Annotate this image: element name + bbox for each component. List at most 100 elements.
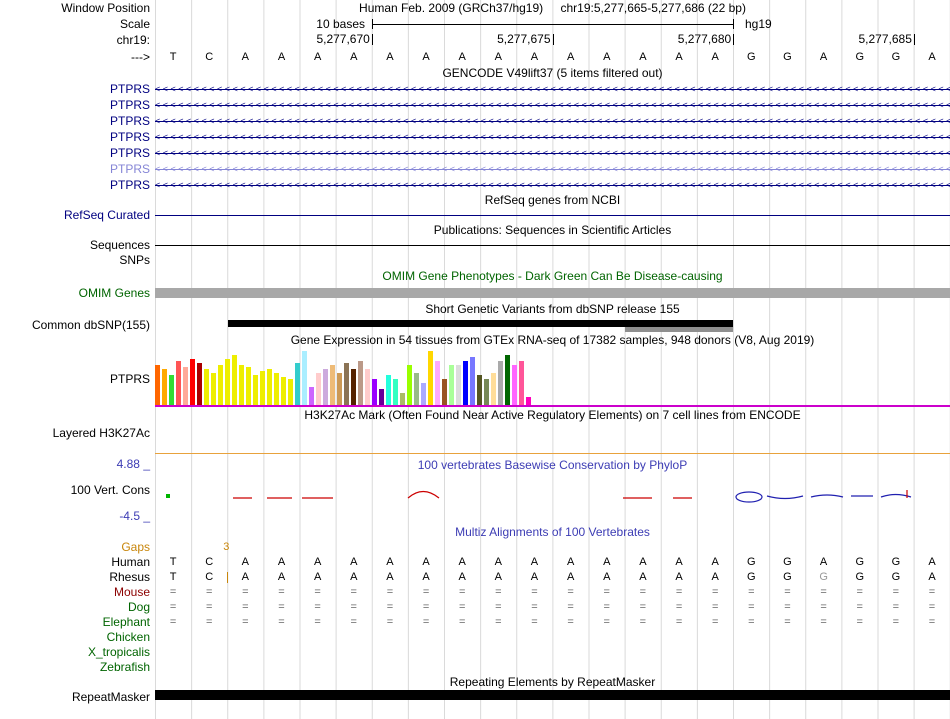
multiz-alignment-rows: Gaps 3 Human T C A A A A A A A A A A A A A A G G A G G A Rhesus T C… [0, 540, 950, 675]
gtex-expression-chart[interactable] [155, 348, 950, 407]
strand-arrows-left: < < < < < < < < < < < < < < < < < < < < … [155, 84, 950, 94]
multiz-species-label[interactable]: Rhesus [0, 570, 155, 585]
multiz-species-label[interactable]: Elephant [0, 615, 155, 630]
refseq-curated-track[interactable] [155, 208, 950, 223]
gtex-expression-bar [358, 361, 363, 405]
track-label-repeatmasker[interactable]: RepeatMasker [0, 690, 155, 704]
track-label-gtex-ptprs[interactable]: PTPRS [0, 348, 155, 407]
gencode-transcripts: PTPRS < < < < < < < < < < < < < < < < < <… [0, 81, 950, 193]
double-gap-symbol: = [711, 601, 719, 613]
gencode-transcript-row: PTPRS < < < < < < < < < < < < < < < < < <… [0, 81, 950, 97]
gtex-expression-bar [463, 361, 468, 405]
multiz-track[interactable]: = = = = = = = = = = = = = = = = = = = = = = [155, 585, 950, 600]
omim-genes-track[interactable] [155, 284, 950, 302]
track-label-ptprs[interactable]: PTPRS [0, 81, 155, 97]
track-label-ptprs[interactable]: PTPRS [0, 161, 155, 177]
gtex-expression-bar [330, 365, 335, 405]
publications-track-title[interactable]: Publications: Sequences in Scientific Ar… [155, 223, 950, 238]
coordinate-tick [371, 34, 373, 45]
multiz-species-label[interactable]: Zebrafish [0, 660, 155, 675]
gtex-expression-bar [197, 363, 202, 405]
double-gap-symbol: = [242, 586, 249, 598]
repeatmasker-track-title[interactable]: Repeating Elements by RepeatMasker [155, 675, 950, 690]
multiz-track[interactable]: = = = = = = = = = = = = = = = = = = = = = = [155, 615, 950, 630]
insert-marker [227, 572, 229, 583]
strand-direction-label[interactable]: ---> [0, 48, 155, 66]
multiz-track[interactable]: TCAAAAAAAAAAAAAAGGAGGA [155, 555, 950, 570]
h3k27ac-track[interactable] [155, 423, 950, 457]
multiz-species-label[interactable]: Mouse [0, 585, 155, 600]
track-label-omim-genes[interactable]: OMIM Genes [0, 284, 155, 302]
conservation-label-cell[interactable]: 4.88 _ 100 Vert. Cons -4.5 _ [0, 457, 155, 524]
conservation-track-title[interactable]: 100 vertebrates Basewise Conservation by… [155, 457, 950, 473]
multiz-track[interactable] [155, 645, 950, 660]
transcript-track[interactable]: < < < < < < < < < < < < < < < < < < < < … [155, 145, 950, 161]
multiz-track[interactable] [155, 660, 950, 675]
double-gap-symbol: = [314, 586, 321, 598]
double-gap-symbol: = [314, 601, 321, 613]
sequence-row[interactable]: ---> T C A A A A A A A A A A A A A A G G A G G A [0, 48, 950, 66]
multiz-species-label[interactable]: Dog [0, 600, 155, 615]
track-label-ptprs[interactable]: PTPRS [0, 145, 155, 161]
gtex-expression-bar [204, 369, 209, 405]
repeatmasker-track[interactable] [155, 690, 950, 704]
multiz-species-label[interactable]: Chicken [0, 630, 155, 645]
multiz-track[interactable] [155, 630, 950, 645]
snps-row: SNPs [0, 253, 950, 268]
double-gap-symbol: = [531, 601, 538, 613]
gtex-track-title[interactable]: Gene Expression in 54 tissues from GTEx … [155, 333, 950, 348]
multiz-species-label[interactable]: Gaps [0, 540, 155, 555]
gtex-expression-bar [281, 377, 286, 405]
gtex-expression-bar [218, 365, 223, 405]
omim-track-title[interactable]: OMIM Gene Phenotypes - Dark Green Can Be… [155, 268, 950, 284]
track-label-common-dbsnp[interactable]: Common dbSNP(155) [0, 317, 155, 333]
gtex-expression-bar [519, 361, 524, 405]
gtex-expression-bar [288, 379, 293, 405]
double-gap-symbol: = [567, 601, 574, 613]
multiz-track[interactable]: TCAAAAAAAAAAAAAAGGGGGA [155, 570, 950, 585]
multiz-base: A [530, 556, 539, 568]
multiz-species-label[interactable]: Human [0, 555, 155, 570]
gtex-expression-bar [386, 375, 391, 405]
refseq-track-title[interactable]: RefSeq genes from NCBI [155, 193, 950, 208]
multiz-track[interactable]: 3 [155, 540, 950, 555]
scale-label: Scale [119, 17, 150, 31]
track-label-ptprs[interactable]: PTPRS [0, 177, 155, 193]
dbsnp-track-title[interactable]: Short Genetic Variants from dbSNP releas… [155, 302, 950, 317]
track-label-ptprs[interactable]: PTPRS [0, 113, 155, 129]
dbsnp-title-row: Short Genetic Variants from dbSNP releas… [0, 302, 950, 317]
gencode-track-title[interactable]: GENCODE V49lift37 (5 items filtered out) [155, 66, 950, 81]
transcript-track[interactable]: < < < < < < < < < < < < < < < < < < < < … [155, 97, 950, 113]
sequences-track[interactable] [155, 238, 950, 253]
track-label-100-vert-cons[interactable]: 100 Vert. Cons [71, 483, 150, 498]
transcript-track[interactable]: < < < < < < < < < < < < < < < < < < < < … [155, 81, 950, 97]
track-label-sequences[interactable]: Sequences [0, 238, 155, 253]
track-label-refseq-curated[interactable]: RefSeq Curated [0, 208, 155, 223]
conservation-track[interactable]: 100 vertebrates Basewise Conservation by… [155, 457, 950, 524]
multiz-base: A [711, 556, 719, 568]
chromosome-label: chr19: [116, 33, 150, 47]
multiz-track-title[interactable]: Multiz Alignments of 100 Vertebrates [155, 524, 950, 540]
sequence-base: G [783, 51, 792, 63]
dbsnp-track[interactable] [155, 317, 950, 333]
multiz-track[interactable]: = = = = = = = = = = = = = = = = = = = = = = [155, 600, 950, 615]
multiz-base: A [386, 556, 394, 568]
track-label-snps[interactable]: SNPs [0, 253, 155, 268]
double-gap-symbol: = [639, 601, 647, 613]
dna-sequence-track[interactable]: TCAAAAAAAAAAAAAAGGAGGA [155, 48, 950, 66]
multiz-row-gaps: Gaps 3 [0, 540, 950, 555]
transcript-track[interactable]: < < < < < < < < < < < < < < < < < < < < … [155, 129, 950, 145]
track-label-ptprs[interactable]: PTPRS [0, 97, 155, 113]
assembly-name: hg19 [745, 17, 772, 31]
transcript-track[interactable]: < < < < < < < < < < < < < < < < < < < < … [155, 113, 950, 129]
transcript-track[interactable]: < < < < < < < < < < < < < < < < < < < < … [155, 177, 950, 193]
track-label-layered-h3k27ac[interactable]: Layered H3K27Ac [0, 423, 155, 457]
multiz-species-label[interactable]: X_tropicalis [0, 645, 155, 660]
h3k27ac-track-title[interactable]: H3K27Ac Mark (Often Found Near Active Re… [155, 407, 950, 423]
gencode-transcript-row: PTPRS < < < < < < < < < < < < < < < < < <… [0, 97, 950, 113]
multiz-row-dog: Dog = = = = = = = = = = = = = = = = = = = = = = [0, 600, 950, 615]
multiz-gap-symbols: = = = = = = = = = = = = = = = = = = = = = = [155, 615, 950, 630]
track-label-ptprs[interactable]: PTPRS [0, 129, 155, 145]
snps-track[interactable] [155, 253, 950, 268]
transcript-track[interactable]: < < < < < < < < < < < < < < < < < < < < … [155, 161, 950, 177]
